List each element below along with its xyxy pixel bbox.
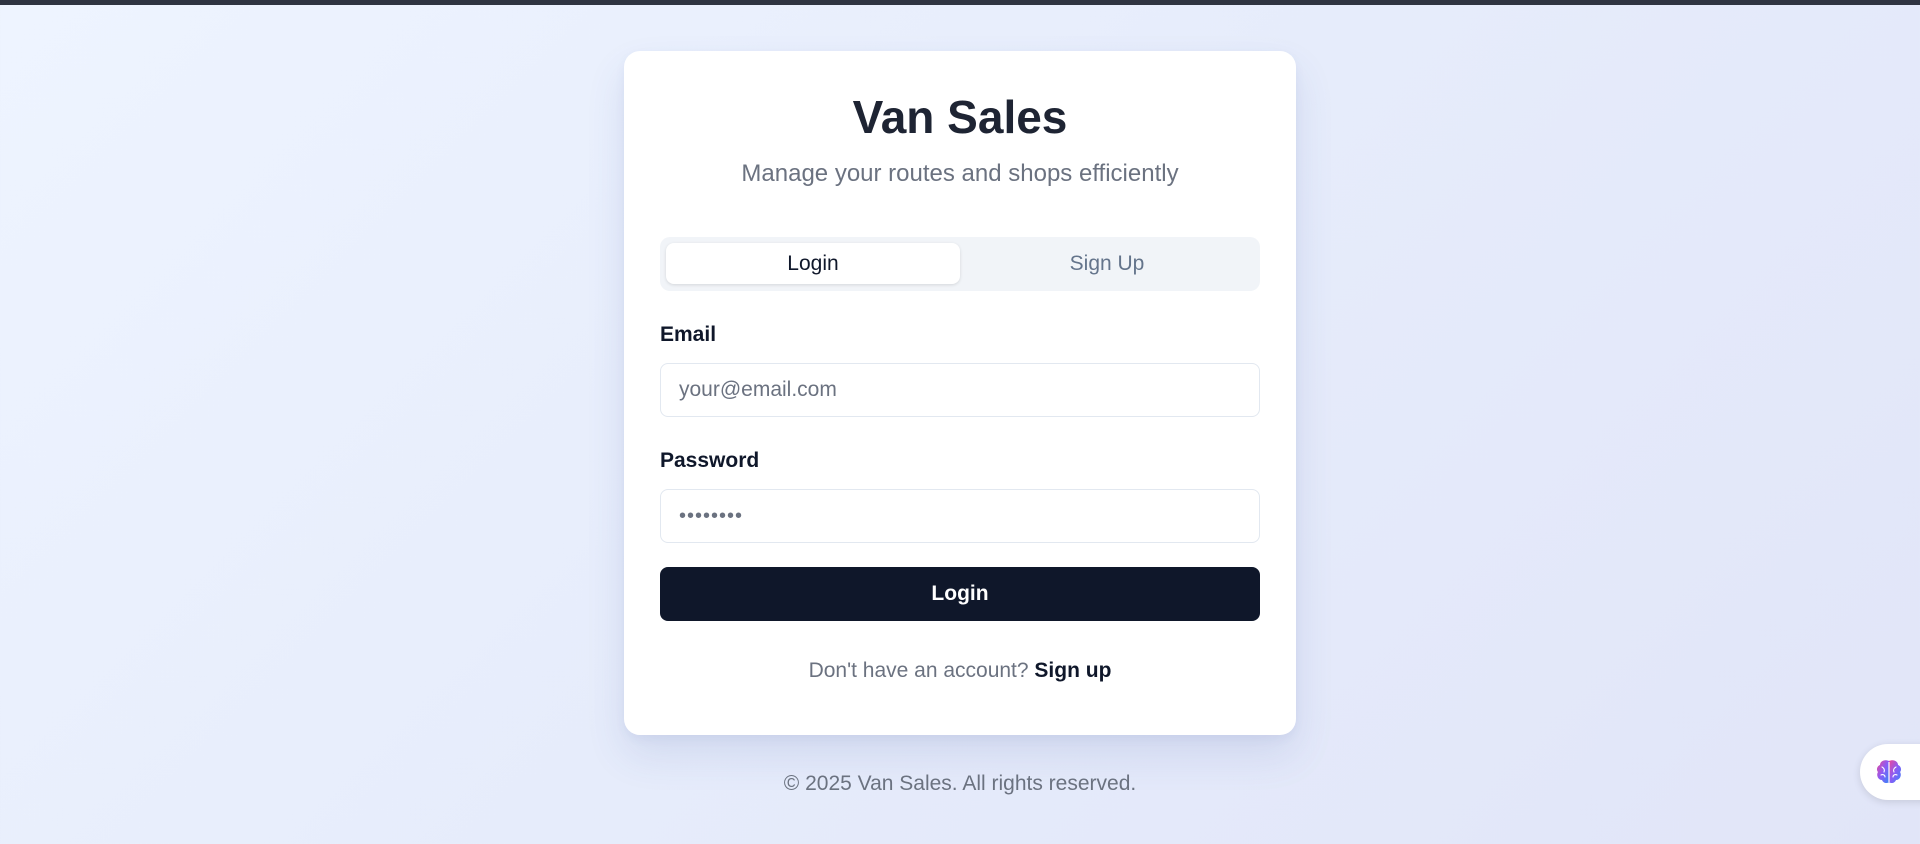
- app-subtitle: Manage your routes and shops efficiently: [741, 160, 1179, 187]
- footer-copyright: © 2025 Van Sales. All rights reserved.: [783, 772, 1137, 795]
- login-card: Van Sales Manage your routes and shops e…: [624, 51, 1296, 735]
- email-field[interactable]: [661, 364, 1239, 416]
- email-label: Email: [660, 323, 717, 346]
- tab-sign-up[interactable]: Sign Up: [960, 243, 1254, 284]
- password-label: Password: [660, 449, 760, 472]
- login-button[interactable]: Login: [660, 567, 1260, 621]
- brain-icon: [1876, 760, 1902, 784]
- assistant-button[interactable]: [1860, 744, 1920, 800]
- signup-prompt: Don't have an account? Sign up: [624, 659, 1296, 683]
- signup-prompt-text: Don't have an account?: [808, 659, 1029, 682]
- top-bar: [0, 0, 1920, 5]
- password-field[interactable]: ••••••••: [660, 489, 1260, 543]
- auth-tabs: Login Sign Up: [660, 237, 1260, 291]
- app-title: Van Sales: [852, 91, 1068, 143]
- tab-login[interactable]: Login: [666, 243, 960, 284]
- password-placeholder: ••••••••: [679, 505, 744, 527]
- email-field-container: [660, 363, 1260, 417]
- sign-up-link[interactable]: Sign up: [1034, 659, 1111, 682]
